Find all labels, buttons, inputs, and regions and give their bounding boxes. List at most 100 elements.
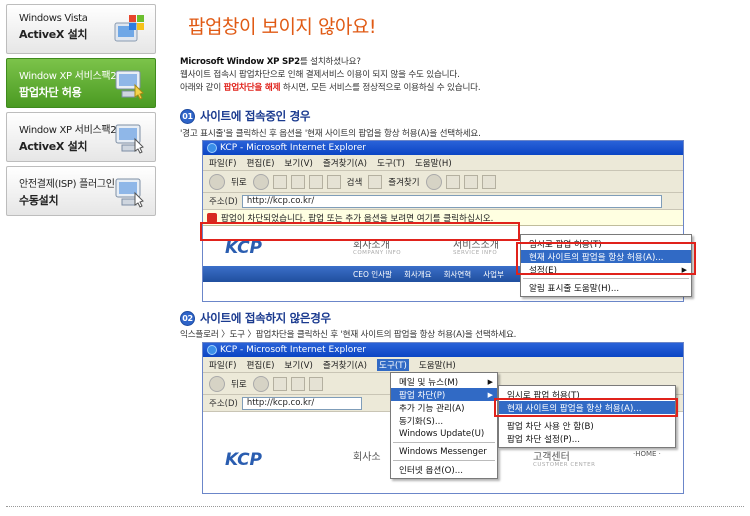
intro-text: Microsoft Window XP SP2를 설치하셨나요? 웹사이트 접속…: [180, 56, 740, 95]
menu-view[interactable]: 보기(V): [284, 157, 312, 169]
menu-item-popup-blocker[interactable]: 팝업 차단(P) ▶: [391, 388, 497, 401]
highlight-box: [494, 398, 678, 417]
sidebar-item-xp-popup[interactable]: Window XP 서비스팩2 팝업차단 허용: [6, 58, 156, 108]
kcp-logo: KCP: [225, 238, 263, 258]
nav-service-sub: SERVICE INFO: [453, 250, 498, 256]
ie-menubar: 파일(F) 편집(E) 보기(V) 즐겨찾기(A) 도구(T) 도움말(H): [203, 357, 683, 373]
home-icon[interactable]: [308, 174, 323, 189]
back-icon[interactable]: [209, 173, 225, 190]
intro-highlight: 팝업차단을 해제: [223, 83, 281, 93]
intro-line3-pre: 아래와 같이: [180, 83, 224, 93]
sidebar-item-xp-activex[interactable]: Window XP 서비스팩2 ActiveX 설치: [6, 112, 156, 162]
page-title: 팝업창이 보이지 않아요!: [188, 16, 377, 38]
ie-title-text: KCP - Microsoft Internet Explorer: [220, 345, 366, 355]
mail-icon[interactable]: [445, 174, 460, 189]
submenu-arrow-icon: ▶: [487, 390, 493, 399]
sidebar-item-vista-activex[interactable]: Windows Vista ActiveX 설치: [6, 4, 156, 54]
back-icon[interactable]: [209, 375, 225, 392]
refresh-icon[interactable]: [290, 174, 305, 189]
section2-desc: 익스플로러 〉도구 〉팝업차단을 클릭하신 후 '현재 사이트의 팝업을 항상 …: [180, 330, 517, 340]
nav-customer[interactable]: 고객센터: [533, 448, 570, 463]
menu-item-mail-news-label: 메일 및 뉴스(M): [399, 377, 459, 388]
nav-home[interactable]: ·HOME ·: [633, 450, 661, 458]
folder-icon[interactable]: [481, 174, 496, 189]
menu-separator: [393, 442, 495, 443]
forward-icon[interactable]: [252, 375, 269, 392]
sub-nav-item[interactable]: 회사연혁: [444, 269, 472, 280]
address-input[interactable]: http://kcp.co.kr/: [241, 194, 662, 208]
ie-titlebar: KCP - Microsoft Internet Explorer: [203, 141, 683, 155]
computer-icon: [115, 178, 144, 208]
step-number-badge: 01: [180, 108, 195, 124]
menu-item-disable-blocker[interactable]: 팝업 차단 사용 안 함(B): [499, 419, 675, 432]
nav-company[interactable]: 회사소: [353, 448, 381, 463]
bottom-divider: [6, 506, 744, 507]
sub-nav-item[interactable]: 사업부: [483, 269, 504, 280]
section1-heading: 01 사이트에 접속중인 경우: [180, 108, 311, 124]
section2-heading: 02 사이트에 접속하지 않은경우: [180, 310, 331, 326]
search-icon[interactable]: [326, 174, 341, 189]
ie-menubar: 파일(F) 편집(E) 보기(V) 즐겨찾기(A) 도구(T) 도움말(H): [203, 155, 683, 171]
address-label: 주소(D): [209, 197, 238, 207]
menu-item-addons[interactable]: 추가 기능 관리(A): [391, 401, 497, 414]
back-label: 뒤로: [231, 177, 247, 188]
nav-customer-sub: CUSTOMER CENTER: [533, 462, 596, 468]
shield-icon: [207, 212, 217, 223]
menu-edit[interactable]: 편집(E): [246, 359, 274, 371]
kcp-logo: KCP: [225, 450, 263, 470]
address-input[interactable]: http://kcp.co.kr/: [241, 396, 362, 410]
sub-nav-item[interactable]: CEO 인사말: [353, 269, 392, 280]
intro-bold: Microsoft Window XP SP2: [180, 57, 300, 67]
refresh-icon[interactable]: [290, 376, 305, 391]
ie-toolbar: 뒤로 검색 즐겨찾기: [203, 171, 683, 193]
highlight-box: [200, 222, 520, 241]
ie-address-bar: 주소(D) http://kcp.co.kr/: [203, 193, 683, 210]
stop-icon[interactable]: [272, 174, 287, 189]
intro-line1-rest: 를 설치하셨나요?: [299, 57, 361, 67]
ie-logo-icon: [207, 143, 217, 153]
menu-file[interactable]: 파일(F): [209, 157, 236, 169]
ie-logo-icon: [207, 345, 217, 355]
print-icon[interactable]: [463, 174, 478, 189]
favorites-icon[interactable]: [368, 174, 383, 189]
home-icon[interactable]: [308, 376, 323, 391]
section1-desc: '경고 표시줄'을 클릭하신 후 옵션을 '현재 사이트의 팝업을 항상 허용(…: [180, 129, 481, 139]
menu-item-windows-update[interactable]: Windows Update(U): [391, 427, 497, 440]
menu-tools[interactable]: 도구(T): [377, 157, 405, 169]
computer-icon: [115, 70, 144, 100]
highlight-box: [516, 242, 696, 275]
nav-company-sub: COMPANY INFO: [353, 250, 402, 256]
ie-titlebar: KCP - Microsoft Internet Explorer: [203, 343, 683, 357]
menu-item-help[interactable]: 알림 표시줄 도움말(H)...: [521, 281, 691, 294]
sidebar-item-isp-plugin[interactable]: 안전결제(ISP) 플러그인 수동설치: [6, 166, 156, 216]
section2-title: 사이트에 접속하지 않은경우: [200, 311, 331, 325]
back-label: 뒤로: [231, 379, 247, 390]
menu-separator: [523, 278, 689, 279]
forward-icon[interactable]: [252, 173, 269, 190]
menu-favorites[interactable]: 즐겨찾기(A): [323, 359, 367, 371]
stop-icon[interactable]: [272, 376, 287, 391]
menu-item-popup-blocker-label: 팝업 차단(P): [399, 390, 446, 401]
favorites-label: 즐겨찾기: [388, 177, 420, 188]
search-label: 검색: [346, 177, 363, 188]
menu-item-blocker-settings[interactable]: 팝업 차단 설정(P)...: [499, 432, 675, 445]
menu-item-messenger[interactable]: Windows Messenger: [391, 445, 497, 458]
intro-line3-post: 하시면, 모든 서비스를 정상적으로 이용하실 수 있습니다.: [280, 83, 481, 93]
step-number-badge: 02: [180, 310, 195, 326]
menu-help[interactable]: 도움말(H): [419, 359, 456, 371]
computer-icon: [115, 124, 144, 154]
menu-tools[interactable]: 도구(T): [377, 358, 409, 371]
menu-edit[interactable]: 편집(E): [246, 157, 274, 169]
menu-item-sync[interactable]: 동기화(S)...: [391, 414, 497, 427]
menu-item-mail-news[interactable]: 메일 및 뉴스(M) ▶: [391, 375, 497, 388]
sub-nav-item[interactable]: 회사개요: [404, 269, 432, 280]
menu-favorites[interactable]: 즐겨찾기(A): [323, 157, 367, 169]
intro-line2: 웹사이트 접속시 팝업차단으로 인해 결제서비스 이용이 되지 않을 수도 있습…: [180, 70, 460, 80]
section1-title: 사이트에 접속중인 경우: [200, 109, 311, 123]
submenu-arrow-icon: ▶: [487, 377, 493, 386]
menu-help[interactable]: 도움말(H): [415, 157, 452, 169]
menu-file[interactable]: 파일(F): [209, 359, 236, 371]
history-icon[interactable]: [425, 173, 442, 190]
menu-item-internet-options[interactable]: 인터넷 옵션(O)...: [391, 463, 497, 476]
menu-view[interactable]: 보기(V): [284, 359, 312, 371]
